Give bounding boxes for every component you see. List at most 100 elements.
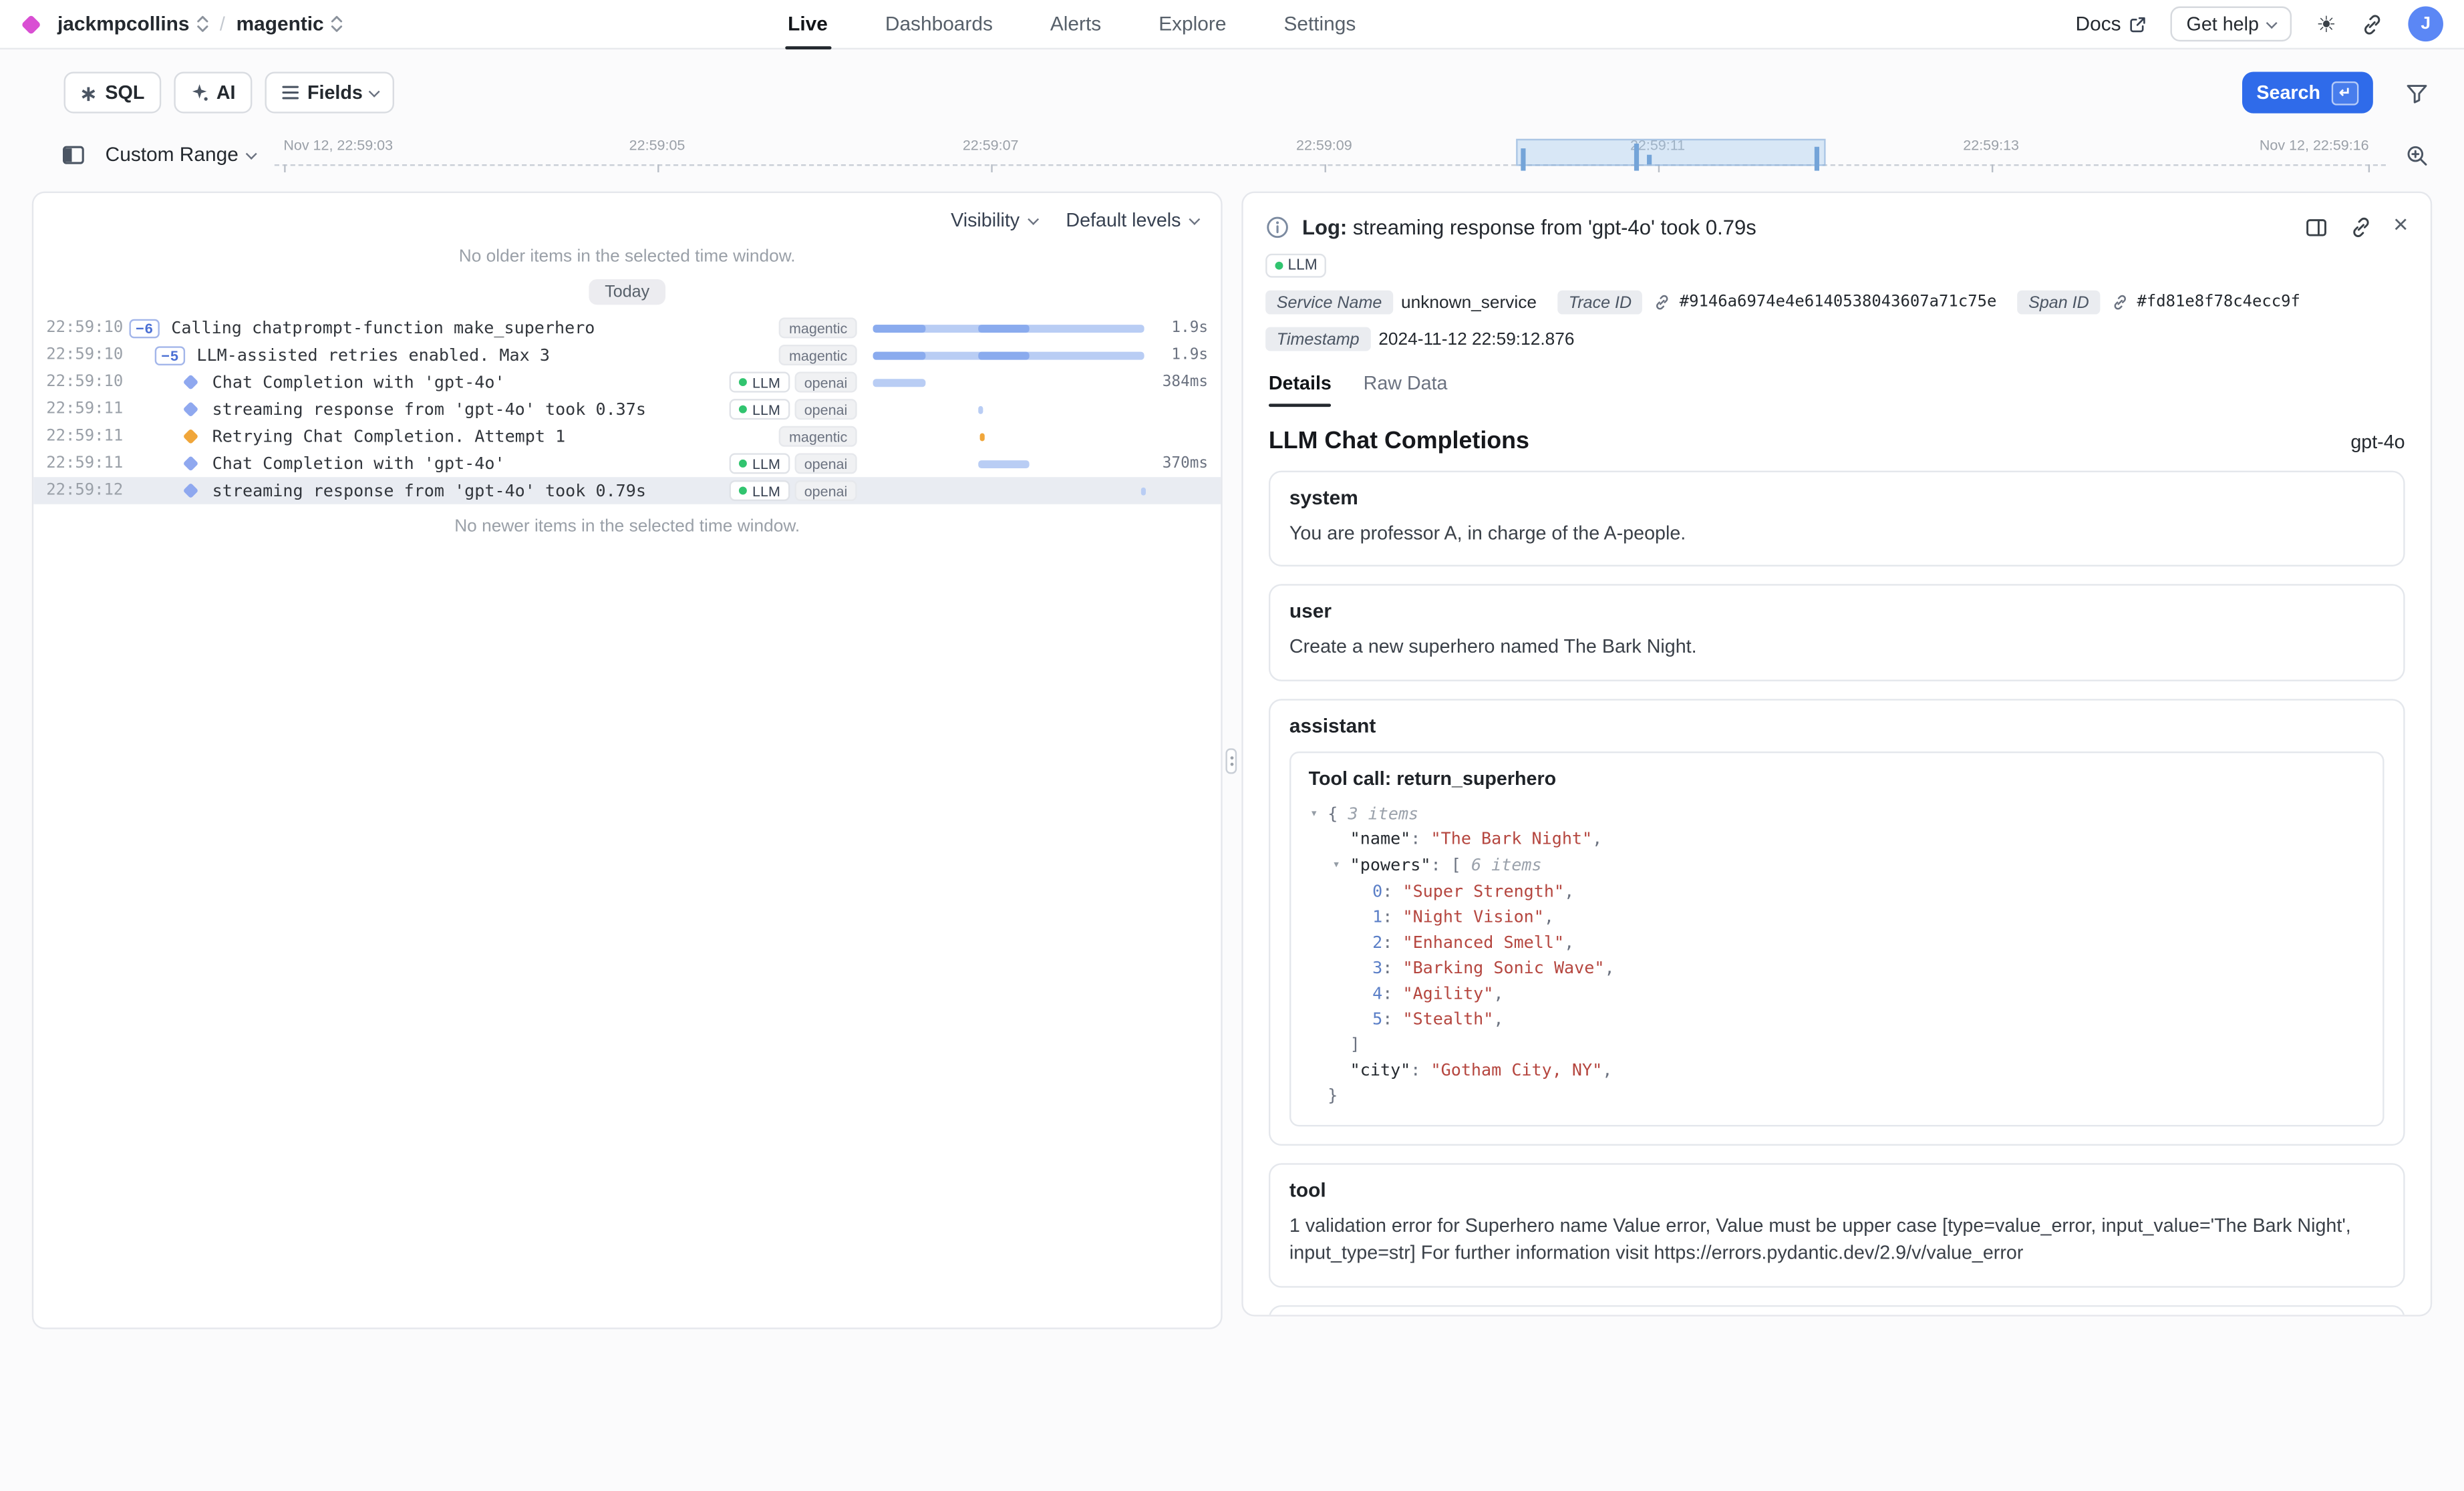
docs-link[interactable]: Docs: [2076, 13, 2147, 35]
columns-view-button[interactable]: [2304, 214, 2328, 238]
get-help-button[interactable]: Get help: [2171, 7, 2292, 42]
timestamp-label: Timestamp: [1265, 327, 1370, 351]
log-list-panel: Visibility Default levels No older items…: [32, 192, 1223, 1329]
visibility-dropdown[interactable]: Visibility: [951, 209, 1037, 231]
collapse-count-badge[interactable]: −5: [155, 345, 186, 365]
log-row[interactable]: 22:59:11Chat Completion with 'gpt-4o'LLM…: [33, 450, 1221, 478]
share-link-button[interactable]: [2360, 12, 2384, 36]
json-token-punct: :: [1382, 933, 1402, 953]
span-bar-track: [873, 423, 1144, 450]
json-token-brace: }: [1328, 1086, 1338, 1106]
panel-resize-handle[interactable]: [1223, 192, 1242, 1329]
tag-llm: LLM: [730, 399, 790, 420]
section-title: LLM Chat Completions: [1269, 428, 1529, 455]
llm-tag-label: LLM: [1288, 257, 1318, 275]
json-line: "city": "Gotham City, NY",: [1309, 1057, 2365, 1083]
message-role: system: [1289, 487, 2384, 509]
tab-explore[interactable]: Explore: [1159, 0, 1226, 49]
time-range-select[interactable]: Custom Range: [106, 144, 256, 166]
fields-button[interactable]: Fields: [264, 71, 394, 113]
json-line: 0: "Super Strength",: [1309, 879, 2365, 904]
tab-dashboards[interactable]: Dashboards: [885, 0, 993, 49]
sun-icon: ☀: [2316, 13, 2336, 35]
link-icon: [2348, 214, 2372, 238]
log-row[interactable]: 22:59:10Chat Completion with 'gpt-4o'LLM…: [33, 369, 1221, 396]
json-line: 2: "Enhanced Smell",: [1309, 930, 2365, 955]
json-token-brace: [: [1451, 856, 1461, 876]
detail-tabs: Details Raw Data: [1243, 351, 2431, 407]
chevron-up-down-icon: [196, 14, 208, 33]
filter-button[interactable]: [2405, 81, 2429, 105]
json-line: 3: "Barking Sonic Wave",: [1309, 955, 2365, 981]
log-row[interactable]: 22:59:10−5LLM-assisted retries enabled. …: [33, 341, 1221, 369]
json-token-punct: ,: [1564, 882, 1574, 901]
json-token-punct: :: [1382, 984, 1402, 1003]
log-time: 22:59:10: [46, 319, 129, 337]
close-icon: ×: [2393, 212, 2408, 240]
histogram-under-bar: [1634, 164, 1639, 171]
tag-magentic: magentic: [780, 317, 857, 338]
histogram-bar: [1815, 147, 1819, 164]
trace-id-value[interactable]: #9146a6974e4e6140538043607a71c75e: [1680, 294, 1997, 311]
log-row[interactable]: 22:59:11 Retrying Chat Completion. Attemp…: [33, 423, 1221, 450]
org-switcher[interactable]: jackmpcollins: [57, 13, 208, 35]
collapse-arrow-icon[interactable]: ▾: [1332, 852, 1350, 878]
span-duration: 370ms: [1144, 455, 1209, 472]
json-token-punct: ,: [1544, 908, 1554, 927]
collapse-arrow-icon[interactable]: ▾: [1310, 801, 1328, 826]
log-row[interactable]: 22:59:11streaming response from 'gpt-4o'…: [33, 395, 1221, 423]
log-message: Chat Completion with 'gpt-4o': [212, 454, 505, 474]
span-bar-track: [873, 395, 1144, 423]
query-input[interactable]: [417, 71, 2229, 113]
span-id-value[interactable]: #fd81e8f78c4ecc9f: [2137, 294, 2300, 311]
tab-live[interactable]: Live: [788, 0, 828, 49]
collapse-sidebar-button[interactable]: [61, 142, 86, 168]
json-token-punct: :: [1382, 882, 1402, 901]
trace-link-icon[interactable]: [1654, 294, 1672, 311]
json-token-punct: :: [1410, 1061, 1430, 1080]
tab-settings[interactable]: Settings: [1283, 0, 1356, 49]
tick-mark: [1324, 164, 1326, 172]
nav-tabs: Live Dashboards Alerts Explore Settings: [788, 0, 1356, 49]
info-icon: [1265, 214, 1289, 238]
tick-label: 22:59:07: [963, 137, 1019, 153]
sql-button[interactable]: ∗ SQL: [64, 71, 161, 113]
time-axis[interactable]: Nov 12, 22:59:0322:59:0522:59:0722:59:09…: [275, 129, 2386, 180]
detail-tab-raw-data[interactable]: Raw Data: [1364, 372, 1448, 407]
log-time: 22:59:11: [46, 428, 129, 445]
span-diamond-icon: [183, 374, 199, 390]
close-button[interactable]: ×: [2393, 214, 2408, 239]
json-token-brace: {: [1328, 805, 1338, 824]
time-selection[interactable]: [1516, 139, 1825, 166]
chevron-down-icon: [1189, 213, 1200, 224]
funnel-icon: [2405, 81, 2429, 105]
detail-tab-details[interactable]: Details: [1269, 372, 1332, 407]
ai-button[interactable]: AI: [173, 71, 251, 113]
log-message: Retrying Chat Completion. Attempt 1: [212, 427, 566, 446]
copy-link-button[interactable]: [2348, 214, 2372, 238]
avatar[interactable]: J: [2408, 7, 2443, 42]
search-button[interactable]: Search ↵: [2242, 71, 2373, 113]
app: jackmpcollins / magentic LiveDashboardsA…: [0, 0, 2464, 1491]
external-link-icon: [2129, 15, 2147, 33]
json-line: 1: "Night Vision",: [1309, 904, 2365, 930]
docs-label: Docs: [2076, 13, 2121, 35]
project-switcher[interactable]: magentic: [237, 13, 343, 35]
span-link-icon[interactable]: [2111, 294, 2129, 311]
log-row[interactable]: 22:59:10−6Calling chatprompt-function ma…: [33, 315, 1221, 342]
tick-label: 22:59:09: [1296, 137, 1352, 153]
theme-toggle-button[interactable]: ☀: [2316, 13, 2336, 35]
json-token-punct: :: [1382, 908, 1402, 927]
span-bar-segment: [873, 351, 925, 359]
span-diamond-icon: [183, 456, 199, 472]
log-row[interactable]: 22:59:12streaming response from 'gpt-4o'…: [33, 477, 1221, 504]
levels-dropdown[interactable]: Default levels: [1066, 209, 1198, 231]
message-card-user: userCreate a new superhero named The Bar…: [1269, 585, 2405, 681]
collapse-count-badge[interactable]: −6: [129, 319, 160, 338]
message-text: 1 validation error for Superhero name Va…: [1289, 1212, 2384, 1268]
json-token-idx: 0: [1372, 882, 1382, 901]
tab-alerts[interactable]: Alerts: [1050, 0, 1101, 49]
query-toolbar: ∗ SQL AI Fields Search ↵: [64, 71, 2429, 113]
zoom-in-button[interactable]: [2405, 143, 2429, 167]
json-token-key: "city": [1350, 1061, 1411, 1080]
